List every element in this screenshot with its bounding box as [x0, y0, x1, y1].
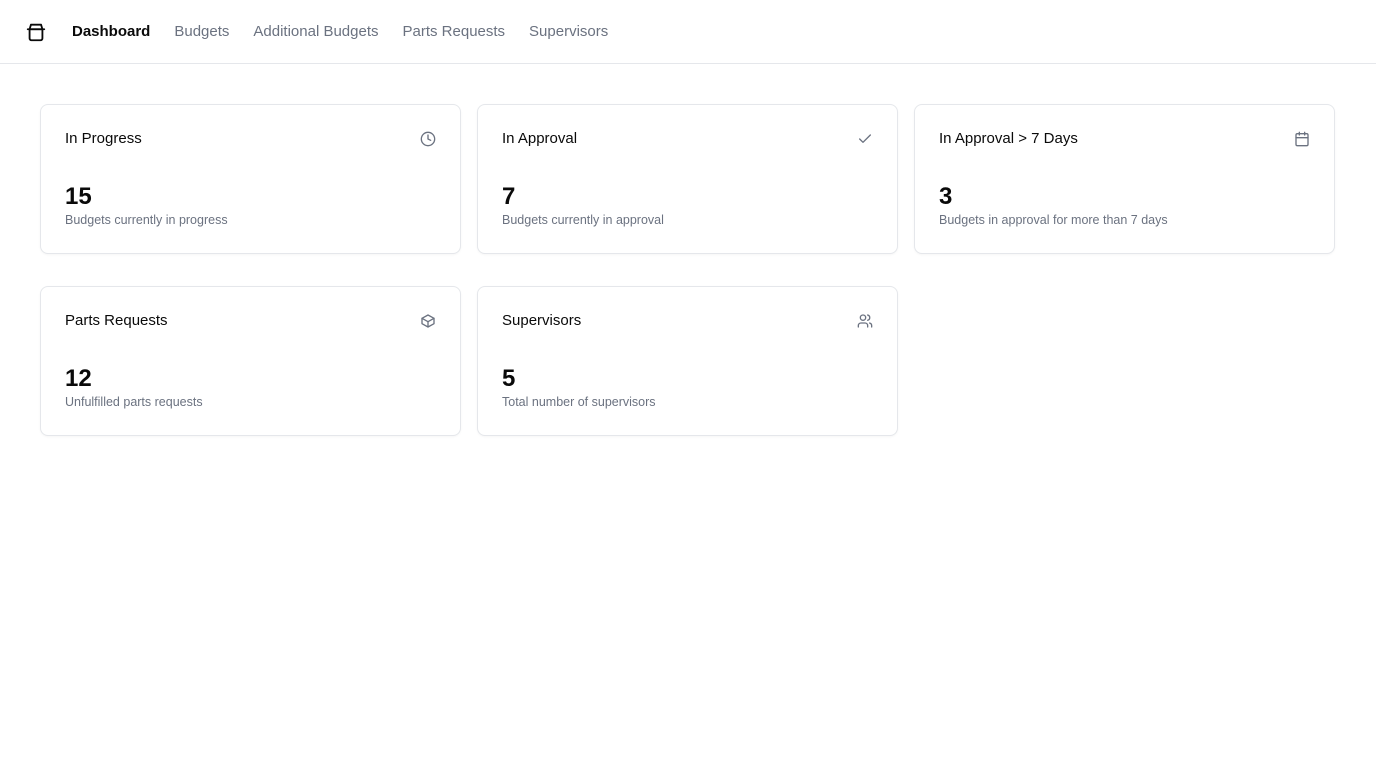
box-icon: [420, 313, 436, 329]
card-description: Total number of supervisors: [502, 395, 656, 409]
card-supervisors[interactable]: Supervisors 5 Total number of supervisor…: [477, 286, 898, 436]
card-value: 7: [502, 183, 516, 210]
users-icon: [857, 313, 873, 329]
card-in-approval-over-7-days[interactable]: In Approval > 7 Days 3 Budgets in approv…: [914, 104, 1335, 254]
card-title: Supervisors: [502, 312, 582, 329]
card-value: 15: [65, 183, 92, 210]
card-value: 3: [939, 183, 953, 210]
calendar-icon: [1294, 131, 1310, 147]
card-in-approval[interactable]: In Approval 7 Budgets currently in appro…: [477, 104, 898, 254]
card-title: In Progress: [65, 130, 142, 147]
nav-budgets[interactable]: Budgets: [174, 22, 229, 42]
card-description: Unfulfilled parts requests: [65, 395, 203, 409]
clock-icon: [420, 131, 436, 147]
package-icon[interactable]: [24, 20, 48, 44]
nav-supervisors[interactable]: Supervisors: [529, 22, 608, 42]
card-value: 12: [65, 365, 92, 392]
dashboard-content: In Progress 15 Budgets currently in prog…: [0, 64, 1376, 476]
check-icon: [857, 131, 873, 147]
card-description: Budgets currently in progress: [65, 213, 228, 227]
top-navigation: Dashboard Budgets Additional Budgets Par…: [0, 0, 1376, 64]
card-parts-requests[interactable]: Parts Requests 12 Unfulfilled parts requ…: [40, 286, 461, 436]
nav-additional-budgets[interactable]: Additional Budgets: [253, 22, 378, 42]
card-title: In Approval > 7 Days: [939, 130, 1078, 147]
card-in-progress[interactable]: In Progress 15 Budgets currently in prog…: [40, 104, 461, 254]
card-value: 5: [502, 365, 516, 392]
card-description: Budgets currently in approval: [502, 213, 664, 227]
nav-dashboard[interactable]: Dashboard: [72, 22, 150, 42]
nav-parts-requests[interactable]: Parts Requests: [403, 22, 506, 42]
card-description: Budgets in approval for more than 7 days: [939, 213, 1168, 227]
card-title: In Approval: [502, 130, 578, 147]
stats-grid: In Progress 15 Budgets currently in prog…: [40, 104, 1336, 436]
card-title: Parts Requests: [65, 312, 168, 329]
